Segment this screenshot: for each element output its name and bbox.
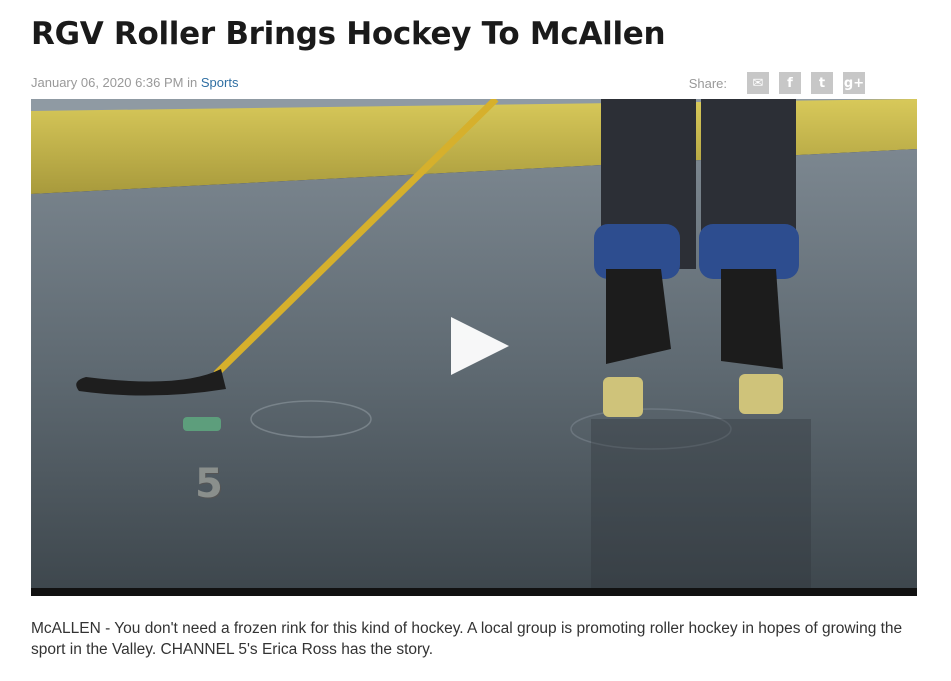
article-title: RGV Roller Brings Hockey To McAllen — [31, 16, 666, 52]
puck — [183, 417, 221, 431]
facebook-share-button[interactable]: f — [779, 72, 801, 94]
twitter-share-button[interactable]: t — [811, 72, 833, 94]
email-share-button[interactable]: ✉ — [747, 72, 769, 94]
skate-left — [606, 269, 671, 364]
article-date: January 06, 2020 6:36 PM — [31, 75, 184, 90]
floor-shadow — [591, 419, 811, 596]
channel-logo: 5 — [195, 461, 223, 507]
skate-right — [721, 269, 783, 369]
category-link[interactable]: Sports — [201, 75, 239, 90]
google-plus-share-button[interactable]: g+ — [843, 72, 865, 94]
play-icon[interactable] — [451, 317, 509, 375]
skate-wheels-right — [739, 374, 783, 414]
google-plus-icon: g+ — [843, 75, 865, 91]
meta-in-word: in — [187, 75, 198, 90]
skate-wheels-left — [603, 377, 643, 417]
article-body: McALLEN - You don't need a frozen rink f… — [31, 620, 903, 658]
share-bar: Share: ✉ f t g+ — [689, 72, 865, 94]
share-label: Share: — [688, 75, 727, 91]
facebook-icon: f — [787, 75, 793, 91]
video-bottom-bar — [31, 588, 917, 596]
twitter-icon: t — [818, 75, 826, 91]
video-player[interactable]: 5 — [31, 99, 917, 596]
article-meta: January 06, 2020 6:36 PM in Sports — [31, 75, 238, 90]
email-icon: ✉ — [752, 75, 764, 91]
